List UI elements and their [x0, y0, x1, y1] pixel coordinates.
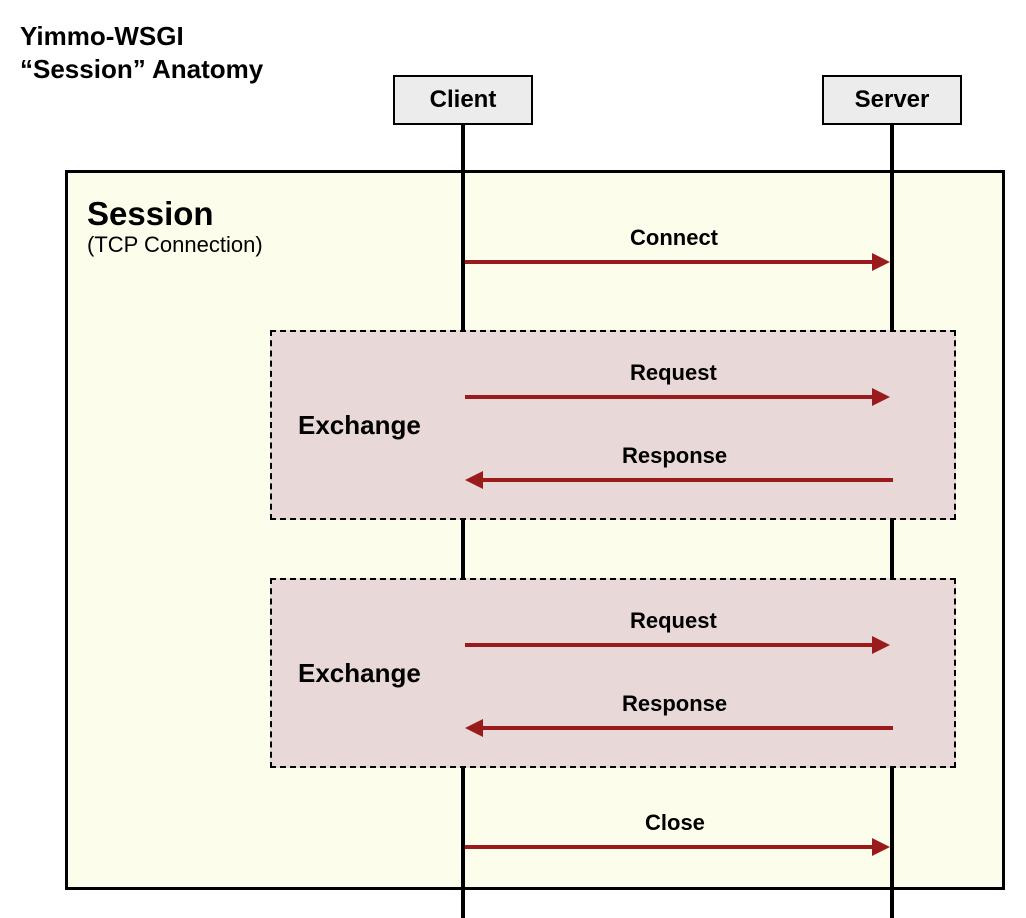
session-box — [65, 170, 1005, 890]
participant-client-label: Client — [430, 86, 497, 114]
title-line-2: “Session” Anatomy — [20, 53, 263, 86]
msg-response-1-label: Response — [622, 443, 727, 469]
participant-server-label: Server — [855, 86, 930, 114]
participant-server: Server — [822, 75, 962, 125]
sequence-diagram: Yimmo-WSGI “Session” Anatomy Session (TC… — [0, 0, 1026, 918]
session-subtitle: (TCP Connection) — [87, 232, 263, 258]
exchange-title-2: Exchange — [298, 658, 421, 689]
msg-close-label: Close — [645, 810, 705, 836]
session-title: Session — [87, 195, 214, 233]
title-line-1: Yimmo-WSGI — [20, 20, 263, 53]
participant-client: Client — [393, 75, 533, 125]
msg-connect-label: Connect — [630, 225, 718, 251]
msg-response-2-label: Response — [622, 691, 727, 717]
diagram-title: Yimmo-WSGI “Session” Anatomy — [20, 20, 263, 85]
msg-request-1-label: Request — [630, 360, 717, 386]
msg-request-2-label: Request — [630, 608, 717, 634]
exchange-title-1: Exchange — [298, 410, 421, 441]
lifeline-server — [890, 125, 894, 918]
lifeline-client — [461, 125, 465, 918]
